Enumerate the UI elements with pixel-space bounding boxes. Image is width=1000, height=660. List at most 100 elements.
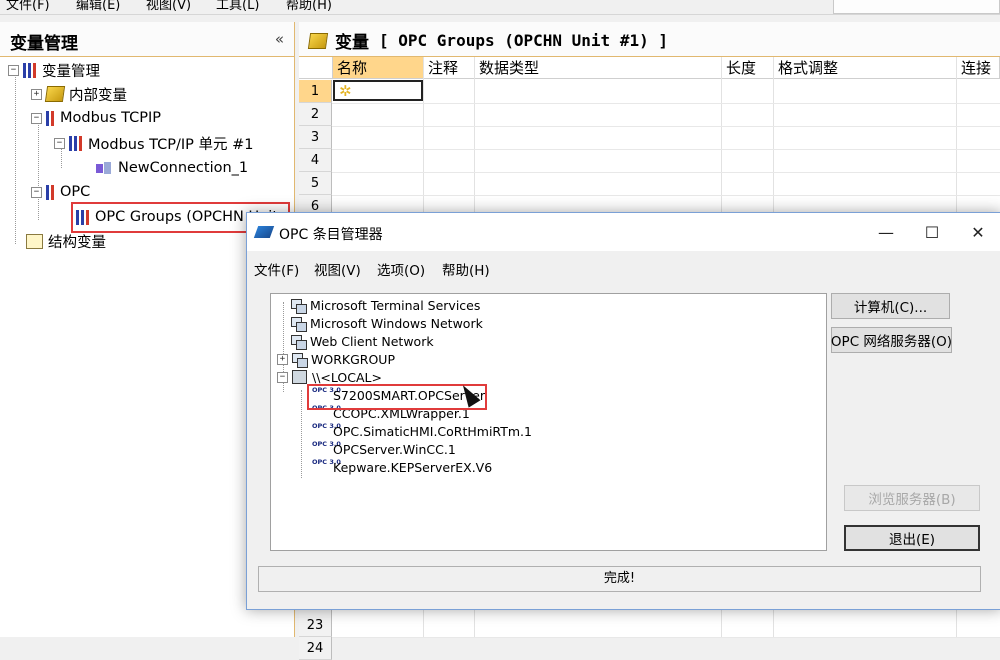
close-button[interactable]: ✕ bbox=[955, 213, 1000, 251]
tree-item-label: 结构变量 bbox=[48, 234, 106, 251]
grid-title-main: [ OPC Groups (OPCHN Unit #1) ] bbox=[379, 31, 668, 50]
unit-icon bbox=[69, 135, 82, 151]
grid-title-prefix: 变量 bbox=[335, 33, 369, 53]
panel-title: 变量管理 bbox=[10, 34, 78, 54]
tree-item-label: NewConnection_1 bbox=[118, 160, 249, 176]
grid-corner bbox=[299, 57, 333, 79]
opc-network-server-button[interactable]: OPC 网络服务器(O) bbox=[831, 327, 952, 353]
variable-folder-icon bbox=[23, 62, 36, 78]
collapse-icon[interactable]: − bbox=[31, 112, 42, 124]
computer-icon bbox=[292, 370, 307, 384]
tree-line bbox=[15, 74, 16, 244]
opc-icon: OPC 3.0 bbox=[312, 439, 341, 448]
panel-header: 变量管理 « bbox=[0, 22, 294, 57]
dialog-menubar: 文件(F) 视图(V) 选项(O) 帮助(H) bbox=[247, 251, 1000, 281]
menu-tools[interactable]: 工具(L) bbox=[216, 0, 259, 13]
tree-item-label: WORKGROUP bbox=[311, 351, 395, 367]
connection-icon bbox=[96, 161, 112, 175]
tree-item-label: Modbus TCP/IP 单元 #1 bbox=[88, 136, 254, 153]
row-number[interactable]: 1 bbox=[299, 80, 332, 103]
collapse-icon[interactable]: − bbox=[277, 371, 288, 383]
row-number[interactable]: 4 bbox=[299, 149, 332, 172]
tree-item-label: Microsoft Windows Network bbox=[310, 315, 483, 331]
tree-item-label: Modbus TCPIP bbox=[60, 110, 162, 126]
main-menubar: 文件(F) 编辑(E) 视图(V) 工具(L) 帮助(H) bbox=[0, 0, 1000, 15]
column-header-connection[interactable]: 连接 bbox=[957, 57, 1000, 79]
network-icon bbox=[291, 298, 307, 314]
row-number[interactable]: 3 bbox=[299, 126, 332, 149]
tree-item-web-client-network[interactable]: Web Client Network bbox=[291, 332, 434, 350]
cube-icon bbox=[44, 86, 66, 102]
grid-row-line bbox=[332, 149, 1000, 150]
tree-item-label: OPC bbox=[60, 184, 91, 200]
tree-item-variable-management[interactable]: − 变量管理 bbox=[8, 59, 100, 81]
tree-item-label: 内部变量 bbox=[69, 87, 127, 104]
tree-item-label: OPCServer.WinCC.1 bbox=[333, 441, 456, 457]
tree-item-label: Kepware.KEPServerEX.V6 bbox=[333, 459, 493, 475]
tree-item-windows-network[interactable]: Microsoft Windows Network bbox=[291, 314, 483, 332]
exit-button[interactable]: 退出(E) bbox=[844, 525, 980, 551]
column-header-datatype[interactable]: 数据类型 bbox=[475, 57, 722, 79]
new-entry-icon: ✲ bbox=[339, 82, 352, 100]
expand-icon[interactable]: + bbox=[31, 88, 42, 100]
tree-item-label: 变量管理 bbox=[42, 63, 100, 80]
menu-edit[interactable]: 编辑(E) bbox=[76, 0, 120, 13]
opc-item-manager-dialog: OPC 条目管理器 — ☐ ✕ 文件(F) 视图(V) 选项(O) 帮助(H) … bbox=[246, 212, 1000, 610]
collapse-panel-button[interactable]: « bbox=[275, 30, 284, 48]
minimize-button[interactable]: — bbox=[863, 213, 909, 251]
dialog-menu-file[interactable]: 文件(F) bbox=[254, 259, 299, 279]
tree-item-workgroup[interactable]: + WORKGROUP bbox=[277, 350, 395, 368]
opc-server-tree[interactable]: Microsoft Terminal Services Microsoft Wi… bbox=[270, 293, 827, 551]
dialog-title: OPC 条目管理器 bbox=[279, 227, 383, 243]
maximize-button[interactable]: ☐ bbox=[909, 213, 955, 251]
driver-icon bbox=[46, 110, 54, 126]
tree-item-label: OPC.SimaticHMI.CoRtHmiRTm.1 bbox=[333, 423, 532, 439]
tree-item-label: Web Client Network bbox=[310, 333, 434, 349]
expand-icon[interactable]: + bbox=[277, 353, 288, 365]
tree-item-struct-variables[interactable]: 结构变量 bbox=[26, 230, 106, 252]
network-icon bbox=[291, 334, 307, 350]
tree-item-terminal-services[interactable]: Microsoft Terminal Services bbox=[291, 296, 480, 314]
column-header-comment[interactable]: 注释 bbox=[424, 57, 475, 79]
grid-title: 变量 [ OPC Groups (OPCHN Unit #1) ] bbox=[307, 28, 668, 53]
dialog-menu-options[interactable]: 选项(O) bbox=[377, 259, 425, 279]
opc-icon: OPC 3.0 bbox=[312, 457, 341, 466]
collapse-icon[interactable]: − bbox=[54, 137, 65, 149]
tree-item-internal-variables[interactable]: + 内部变量 bbox=[31, 83, 127, 105]
grid-row-line bbox=[332, 195, 1000, 196]
dialog-menu-help[interactable]: 帮助(H) bbox=[442, 259, 490, 279]
toolbar-field bbox=[833, 0, 1000, 14]
dialog-menu-view[interactable]: 视图(V) bbox=[314, 259, 361, 279]
tree-item-label: Microsoft Terminal Services bbox=[310, 297, 481, 313]
tree-item-wincc[interactable]: OPC 3.0 OPCServer.WinCC.1 bbox=[312, 440, 456, 458]
menu-file[interactable]: 文件(F) bbox=[6, 0, 50, 13]
menu-help[interactable]: 帮助(H) bbox=[286, 0, 332, 13]
status-bar: 完成! bbox=[258, 566, 981, 592]
network-icon bbox=[291, 316, 307, 332]
collapse-icon[interactable]: − bbox=[31, 186, 42, 198]
tree-item-simatichmi[interactable]: OPC 3.0 OPC.SimaticHMI.CoRtHmiRTm.1 bbox=[312, 422, 532, 440]
tree-item-new-connection[interactable]: NewConnection_1 bbox=[96, 157, 248, 179]
column-header-format[interactable]: 格式调整 bbox=[774, 57, 957, 79]
row-number[interactable]: 5 bbox=[299, 172, 332, 195]
menu-view[interactable]: 视图(V) bbox=[146, 0, 191, 13]
column-header-name[interactable]: 名称 bbox=[333, 57, 424, 79]
network-icon bbox=[292, 352, 308, 368]
grid-header-bar: 变量 [ OPC Groups (OPCHN Unit #1) ] bbox=[299, 22, 1000, 57]
tree-item-modbus-tcpip[interactable]: − Modbus TCPIP bbox=[31, 107, 161, 129]
tree-item-modbus-unit[interactable]: − Modbus TCP/IP 单元 #1 bbox=[54, 132, 254, 154]
browse-server-button[interactable]: 浏览服务器(B) bbox=[844, 485, 980, 511]
grid-row-line bbox=[332, 126, 1000, 127]
driver-icon bbox=[46, 184, 54, 200]
tree-item-opc[interactable]: − OPC bbox=[31, 181, 90, 203]
opc-icon: OPC 3.0 bbox=[312, 421, 341, 430]
row-number[interactable]: 24 bbox=[299, 637, 332, 660]
tree-item-kepware[interactable]: OPC 3.0 Kepware.KEPServerEX.V6 bbox=[312, 458, 492, 476]
column-header-length[interactable]: 长度 bbox=[722, 57, 774, 79]
row-number[interactable]: 23 bbox=[299, 614, 332, 637]
computer-button[interactable]: 计算机(C)... bbox=[831, 293, 950, 319]
grid-row-line bbox=[332, 172, 1000, 173]
collapse-icon[interactable]: − bbox=[8, 64, 19, 76]
row-number[interactable]: 2 bbox=[299, 103, 332, 126]
tree-item-label: \\<LOCAL> bbox=[312, 369, 382, 385]
